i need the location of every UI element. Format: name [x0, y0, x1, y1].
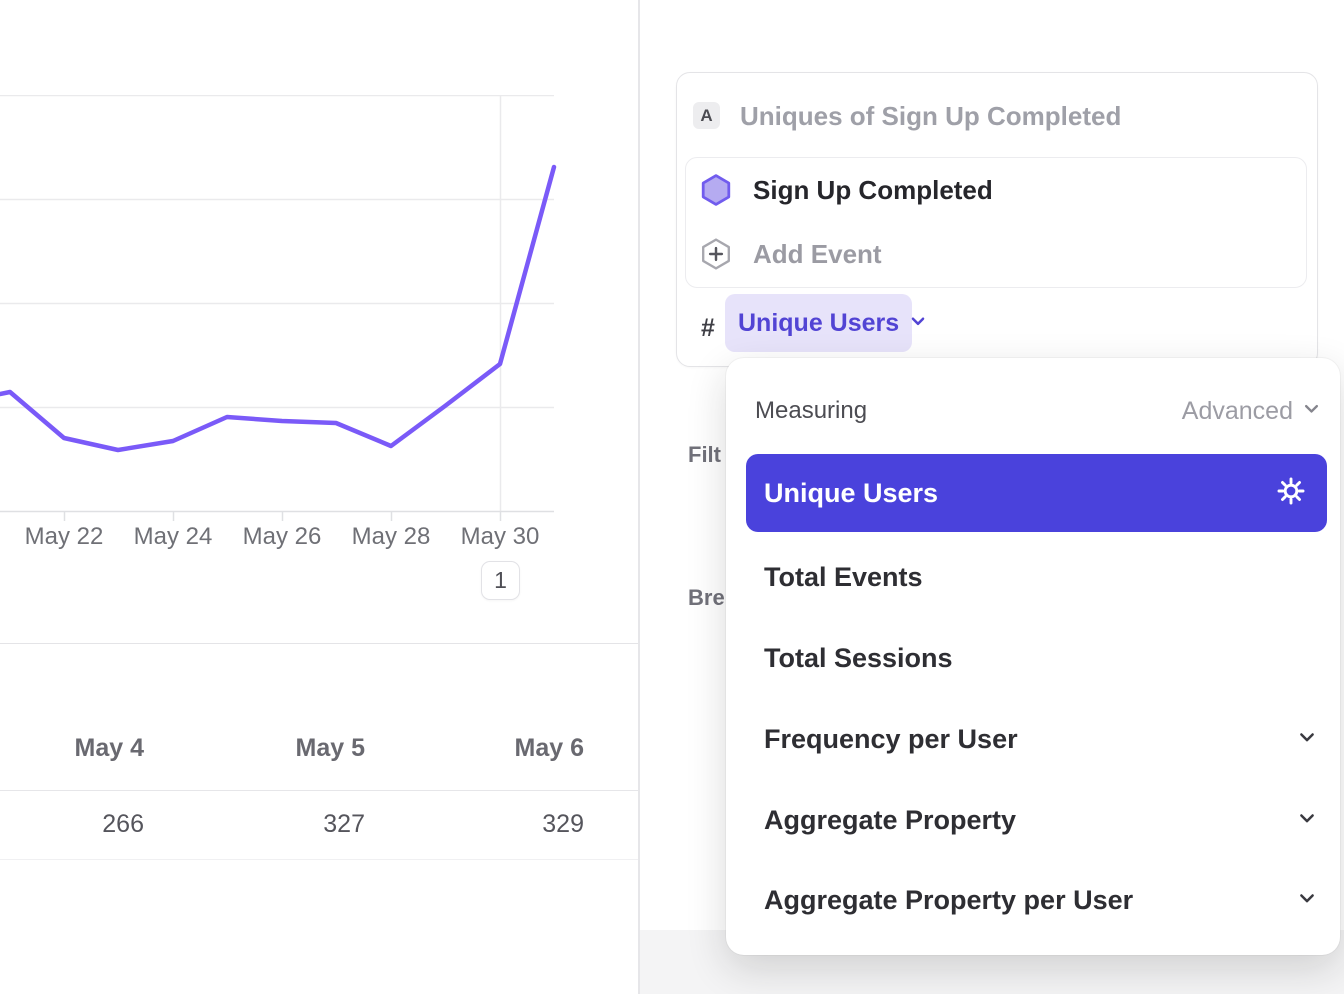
table-bottom-border	[0, 859, 639, 860]
add-event-icon	[701, 238, 731, 275]
menu-item-label: Unique Users	[764, 478, 938, 509]
table-value-cell: 329	[365, 809, 584, 839]
app-screen: May 22 May 24 May 26 May 28 May 30 1 May…	[0, 0, 1344, 994]
x-axis-tick-label: May 30	[445, 523, 555, 551]
menu-item-total-sessions[interactable]: Total Sessions	[726, 618, 1340, 698]
chevron-down-icon	[1297, 888, 1317, 913]
table-value-cell: 327	[145, 809, 365, 839]
measuring-label: Measuring	[755, 397, 867, 425]
results-table: May 4 May 5 May 6 266 327 329	[0, 643, 639, 859]
chevron-down-icon	[909, 312, 927, 335]
measurement-dropdown-trigger[interactable]: Unique Users	[725, 294, 912, 352]
table-header-cell: May 6	[365, 733, 584, 763]
menu-item-total-events[interactable]: Total Events	[726, 537, 1340, 617]
table-header-cell: May 4	[0, 733, 144, 763]
menu-item-aggregate-property-per-user[interactable]: Aggregate Property per User	[726, 860, 1340, 940]
add-event-button[interactable]: Add Event	[753, 239, 882, 270]
table-value-cell: 266	[0, 809, 144, 839]
series-card: A Uniques of Sign Up Completed Sign Up C…	[676, 72, 1318, 367]
query-builder-pane: A Uniques of Sign Up Completed Sign Up C…	[640, 0, 1344, 994]
pagination-badge[interactable]: 1	[481, 561, 520, 600]
chevron-down-icon	[1297, 808, 1317, 833]
line-chart[interactable]	[0, 95, 640, 527]
menu-item-frequency-per-user[interactable]: Frequency per User	[726, 699, 1340, 779]
advanced-mode-value: Advanced	[1182, 397, 1293, 425]
measuring-dropdown-menu: Measuring Advanced Unique Users	[726, 358, 1340, 955]
menu-item-unique-users-selected[interactable]: Unique Users	[746, 454, 1327, 532]
filter-section-label: Filt	[688, 443, 721, 467]
event-group-card: Sign Up Completed Add Event	[685, 157, 1307, 288]
menu-item-label: Aggregate Property	[764, 805, 1016, 836]
advanced-mode-select[interactable]: Advanced	[1182, 397, 1321, 425]
menu-item-label: Total Events	[764, 562, 923, 593]
table-header-cell: May 5	[145, 733, 365, 763]
series-title: Uniques of Sign Up Completed	[740, 102, 1121, 130]
x-axis-tick-label: May 22	[9, 523, 119, 551]
event-hexagon-icon	[701, 174, 731, 211]
x-axis-tick-label: May 28	[336, 523, 446, 551]
event-row[interactable]: Sign Up Completed	[753, 175, 993, 206]
menu-item-label: Total Sessions	[764, 643, 953, 674]
menu-item-label: Aggregate Property per User	[764, 885, 1133, 916]
chevron-down-icon	[1302, 399, 1321, 423]
measurement-value: Unique Users	[738, 309, 899, 338]
breakdown-section-label: Bre	[688, 586, 725, 610]
metric-prefix: #	[701, 313, 715, 343]
x-axis-tick-label: May 24	[118, 523, 228, 551]
chart-pane: May 22 May 24 May 26 May 28 May 30 1 May…	[0, 0, 640, 994]
chevron-down-icon	[1297, 727, 1317, 752]
x-axis-tick-label: May 26	[227, 523, 337, 551]
series-letter-badge: A	[693, 102, 720, 129]
menu-item-label: Frequency per User	[764, 724, 1018, 755]
gear-icon[interactable]	[1277, 477, 1305, 510]
table-row-separator	[0, 790, 639, 791]
menu-item-aggregate-property[interactable]: Aggregate Property	[726, 780, 1340, 860]
